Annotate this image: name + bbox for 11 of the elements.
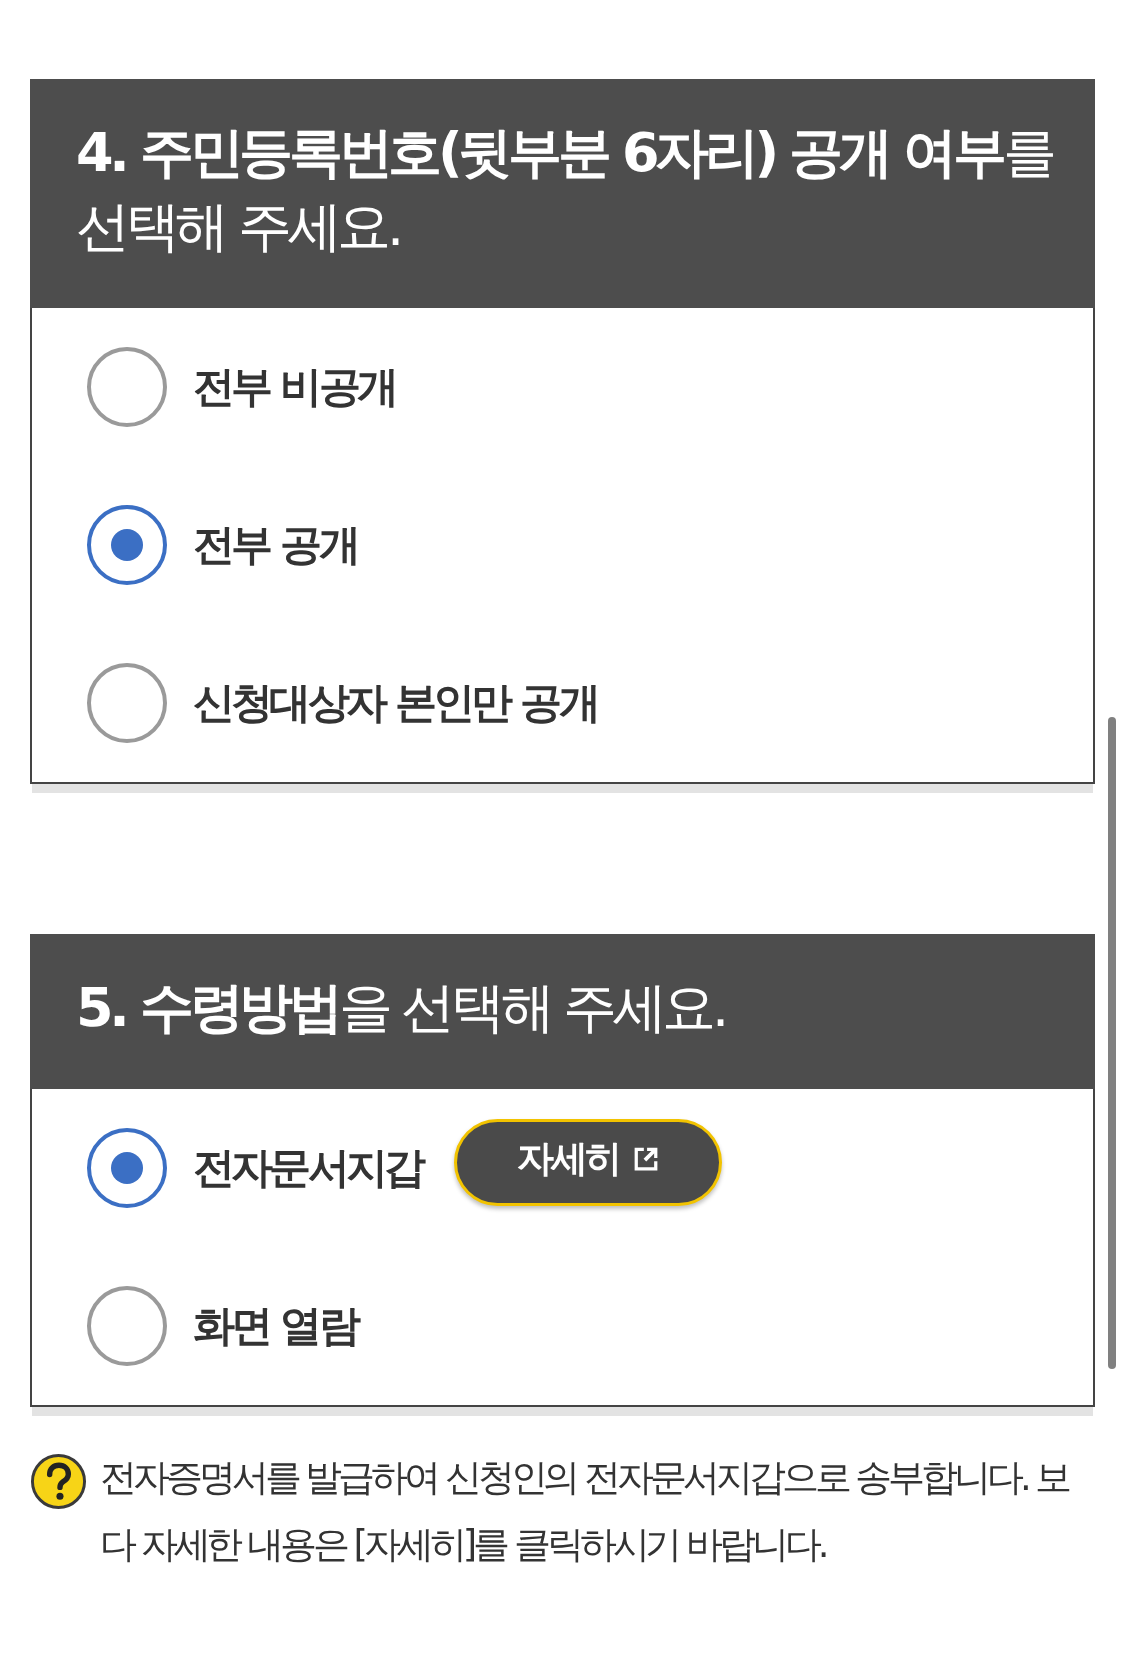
option-label[interactable]: 전부 공개: [193, 517, 357, 573]
question-title: 4. 주민등록번호(뒷부분 6자리) 공개 여부를 선택해 주세요.: [76, 120, 1054, 260]
note-text: 전자증명서를 발급하여 신청인의 전자문서지갑으로 송부합니다. 보다 자세한 내용은 [자세히]를 클릭하시기 바랍니다.: [100, 1455, 1070, 1568]
help-icon: [30, 1453, 87, 1510]
option-label[interactable]: 전부 비공개: [193, 359, 395, 415]
external-link-icon: [633, 1146, 660, 1172]
option-label[interactable]: 화면 열람: [193, 1298, 357, 1354]
question-title: 5. 수령방법을 선택해 주세요.: [76, 975, 726, 1041]
option-label[interactable]: 신청대상자 본인만 공개: [193, 675, 597, 731]
option-label[interactable]: 전자문서지갑: [193, 1140, 423, 1196]
details-button[interactable]: 자세히: [454, 1118, 723, 1206]
